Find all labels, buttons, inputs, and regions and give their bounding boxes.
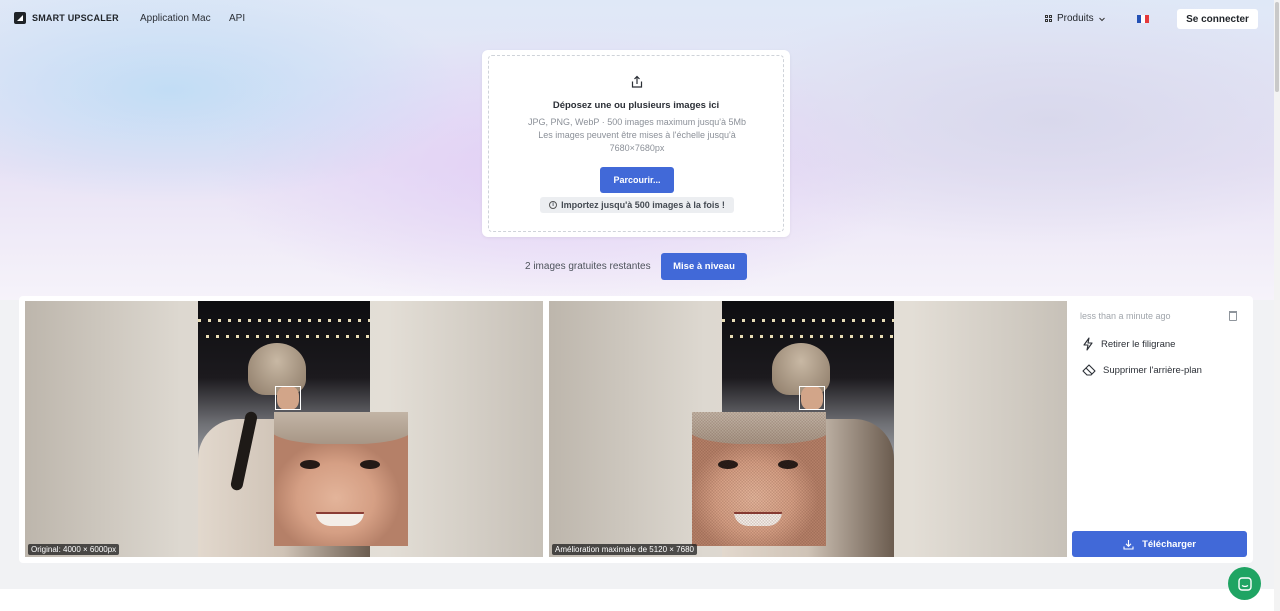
- brand-logo[interactable]: SMART UPSCALER: [14, 12, 119, 24]
- dropzone[interactable]: Déposez une ou plusieurs images ici JPG,…: [488, 55, 784, 232]
- lightning-icon: [1083, 337, 1093, 351]
- login-button[interactable]: Se connecter: [1177, 9, 1258, 29]
- top-header: SMART UPSCALER Application Mac API Produ…: [0, 0, 1280, 38]
- chat-icon: [1237, 576, 1252, 591]
- products-label: Produits: [1057, 13, 1094, 24]
- browse-button[interactable]: Parcourir...: [600, 167, 674, 193]
- scale-info: Les images peuvent être mises à l'échell…: [538, 130, 736, 140]
- info-icon: i: [549, 201, 558, 209]
- scale-info-max: 7680×7680px: [609, 143, 665, 153]
- bokeh-lights: [198, 319, 370, 322]
- remove-background-action[interactable]: Supprimer l'arrière-plan: [1082, 364, 1202, 376]
- grid-icon: [1045, 14, 1053, 23]
- scrollbar-thumb[interactable]: [1275, 2, 1279, 92]
- remove-watermark-label: Retirer le filigrane: [1101, 338, 1176, 350]
- import-note: i Importez jusqu'à 500 images à la fois …: [540, 197, 734, 213]
- products-menu[interactable]: Produits: [1045, 13, 1106, 24]
- free-images-remaining: 2 images gratuites restantes: [525, 261, 651, 272]
- zoom-inset: [692, 412, 826, 546]
- download-button[interactable]: Télécharger: [1072, 531, 1247, 557]
- upgrade-button[interactable]: Mise à niveau: [661, 253, 747, 280]
- nav-link-api[interactable]: API: [229, 13, 245, 24]
- chevron-down-icon: [1098, 17, 1105, 21]
- format-info: JPG, PNG, WebP · 500 images maximum jusq…: [528, 117, 746, 127]
- page-footer-strip: [0, 589, 1280, 611]
- trash-icon[interactable]: [1229, 311, 1237, 321]
- result-sidebar: less than a minute ago Retirer le filigr…: [1072, 301, 1253, 557]
- bokeh-lights: [730, 335, 894, 338]
- brand-name: SMART UPSCALER: [32, 13, 119, 23]
- remove-watermark-action[interactable]: Retirer le filigrane: [1082, 337, 1175, 351]
- download-label: Télécharger: [1142, 538, 1196, 550]
- original-caption: Original: 4000 × 6000px: [28, 544, 120, 555]
- bokeh-lights: [722, 319, 894, 322]
- result-timestamp: less than a minute ago: [1080, 311, 1171, 321]
- language-flag[interactable]: [1137, 15, 1149, 23]
- chat-launcher[interactable]: [1228, 567, 1261, 600]
- remove-background-label: Supprimer l'arrière-plan: [1103, 364, 1202, 376]
- enhanced-image[interactable]: Amélioration maximale de 5120 × 7680: [549, 301, 1067, 557]
- eraser-icon: [1082, 364, 1096, 376]
- enhanced-caption: Amélioration maximale de 5120 × 7680: [552, 544, 697, 555]
- logo-icon: [14, 12, 26, 24]
- nav-link-mac-app[interactable]: Application Mac: [140, 13, 211, 24]
- import-note-text: Importez jusqu'à 500 images à la fois !: [561, 200, 725, 210]
- zoom-focus-box: [275, 386, 301, 410]
- dropzone-title: Déposez une ou plusieurs images ici: [552, 100, 720, 111]
- result-panel: Original: 4000 × 6000px Amélioration max…: [19, 296, 1253, 563]
- bokeh-lights: [206, 335, 370, 338]
- upload-card: Déposez une ou plusieurs images ici JPG,…: [482, 50, 790, 237]
- zoom-inset: [274, 412, 408, 546]
- download-icon: [1123, 539, 1134, 550]
- zoom-focus-box: [799, 386, 825, 410]
- upload-icon: [631, 75, 643, 88]
- original-image[interactable]: Original: 4000 × 6000px: [25, 301, 543, 557]
